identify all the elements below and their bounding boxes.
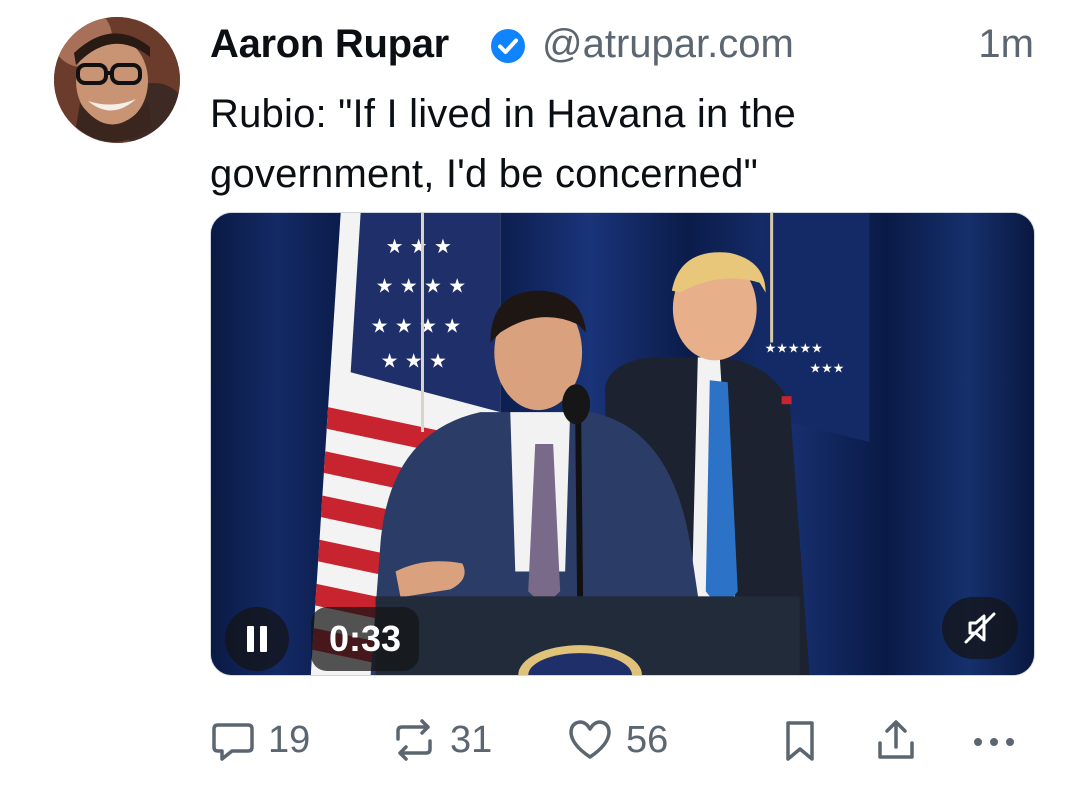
svg-text:★ ★ ★: ★ ★ ★ (381, 349, 447, 372)
repost-count: 31 (450, 719, 493, 761)
video-timecode: 0:33 (311, 607, 420, 671)
video-frame: ★ ★ ★ ★ ★ ★ ★ ★ ★ ★ ★ ★ ★ ★ ★★★★★ ★★★ (211, 213, 1034, 675)
like-button[interactable]: 56 (566, 712, 668, 768)
svg-text:★ ★ ★: ★ ★ ★ (386, 235, 452, 258)
svg-text:★ ★ ★ ★: ★ ★ ★ ★ (371, 314, 462, 337)
svg-text:★ ★ ★ ★: ★ ★ ★ ★ (376, 275, 467, 298)
svg-text:★★★★★: ★★★★★ (765, 341, 823, 356)
bookmark-icon (786, 721, 814, 761)
pause-icon (247, 626, 254, 652)
video-player[interactable]: ★ ★ ★ ★ ★ ★ ★ ★ ★ ★ ★ ★ ★ ★ ★★★★★ ★★★ 0:… (210, 212, 1035, 676)
repost-button[interactable]: 31 (390, 712, 492, 768)
post-header: Aaron Rupar @atrupar.com 1m (210, 18, 1034, 70)
pause-button[interactable] (225, 607, 289, 671)
svg-text:★★★: ★★★ (810, 361, 845, 376)
like-count: 56 (626, 719, 669, 761)
more-options-button[interactable] (970, 712, 1018, 768)
author-handle[interactable]: @atrupar.com (542, 18, 794, 70)
like-icon (569, 720, 611, 759)
post-timestamp: 1m (978, 22, 1034, 66)
repost-icon (396, 719, 432, 761)
verified-badge-icon (491, 29, 525, 63)
reply-count: 19 (268, 719, 311, 761)
avatar-image (54, 17, 180, 143)
more-icon (974, 738, 1014, 746)
reply-icon (212, 723, 254, 761)
post-text: Rubio: "If I lived in Havana in the gove… (210, 92, 796, 196)
share-icon (878, 720, 914, 759)
reply-button[interactable]: 19 (210, 712, 310, 768)
share-button[interactable] (874, 712, 918, 768)
mute-icon (964, 612, 996, 644)
bookmark-button[interactable] (780, 712, 820, 768)
mute-button[interactable] (942, 597, 1018, 659)
post-actions: 19 31 56 (210, 712, 1035, 768)
author-name[interactable]: Aaron Rupar (210, 18, 449, 70)
avatar[interactable] (54, 17, 180, 143)
